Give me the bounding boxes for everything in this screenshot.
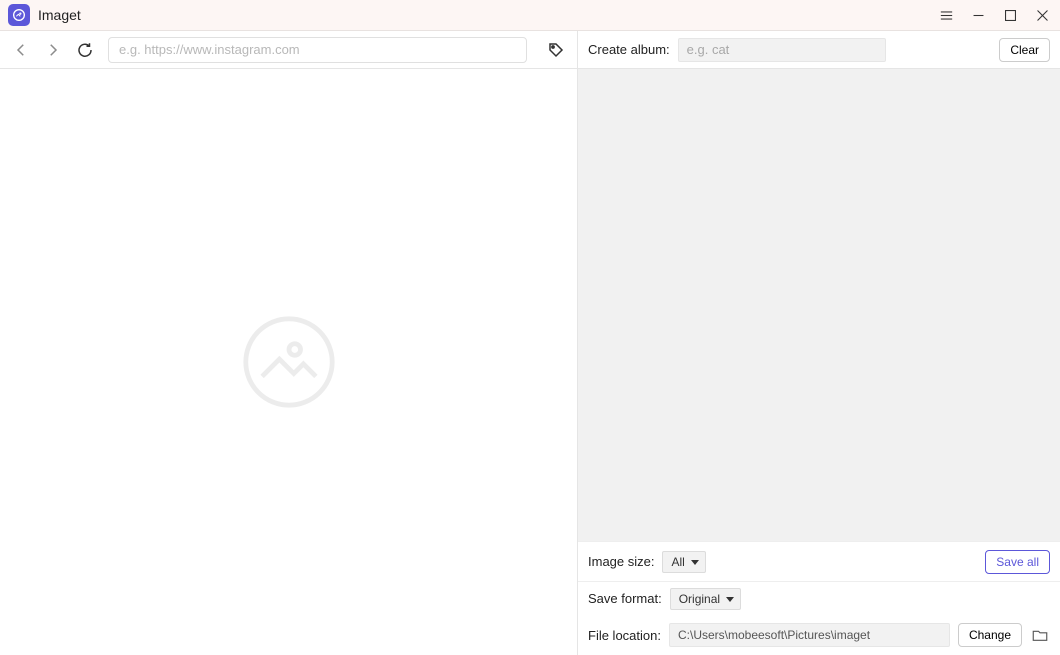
reload-icon[interactable] (76, 41, 94, 59)
url-input[interactable] (108, 37, 527, 63)
close-icon[interactable] (1032, 5, 1052, 25)
folder-icon[interactable] (1030, 625, 1050, 645)
image-size-select[interactable]: All (662, 551, 705, 573)
browser-pane (0, 31, 578, 655)
file-location-label: File location: (588, 628, 661, 643)
change-button[interactable]: Change (958, 623, 1022, 647)
download-pane: Create album: Clear Image size: All Save… (578, 31, 1060, 655)
app-logo (8, 4, 30, 26)
tag-icon[interactable] (547, 41, 565, 59)
clear-button[interactable]: Clear (999, 38, 1050, 62)
create-album-label: Create album: (588, 42, 670, 57)
titlebar: Imaget (0, 0, 1060, 31)
save-format-label: Save format: (588, 591, 662, 606)
forward-icon[interactable] (44, 41, 62, 59)
thumbnail-area (578, 69, 1060, 541)
save-format-select[interactable]: Original (670, 588, 741, 610)
content-area (0, 69, 577, 655)
maximize-icon[interactable] (1000, 5, 1020, 25)
save-format-row: Save format: Original (578, 581, 1060, 615)
back-icon[interactable] (12, 41, 30, 59)
minimize-icon[interactable] (968, 5, 988, 25)
file-location-row: File location: C:\Users\mobeesoft\Pictur… (578, 615, 1060, 655)
save-all-button[interactable]: Save all (985, 550, 1050, 574)
menu-icon[interactable] (936, 5, 956, 25)
app-title: Imaget (38, 7, 81, 23)
album-bar: Create album: Clear (578, 31, 1060, 69)
file-location-field[interactable]: C:\Users\mobeesoft\Pictures\imaget (669, 623, 950, 647)
image-size-label: Image size: (588, 554, 654, 569)
nav-bar (0, 31, 577, 69)
image-size-row: Image size: All Save all (578, 541, 1060, 581)
album-name-input[interactable] (678, 38, 886, 62)
image-placeholder-icon (241, 314, 337, 410)
